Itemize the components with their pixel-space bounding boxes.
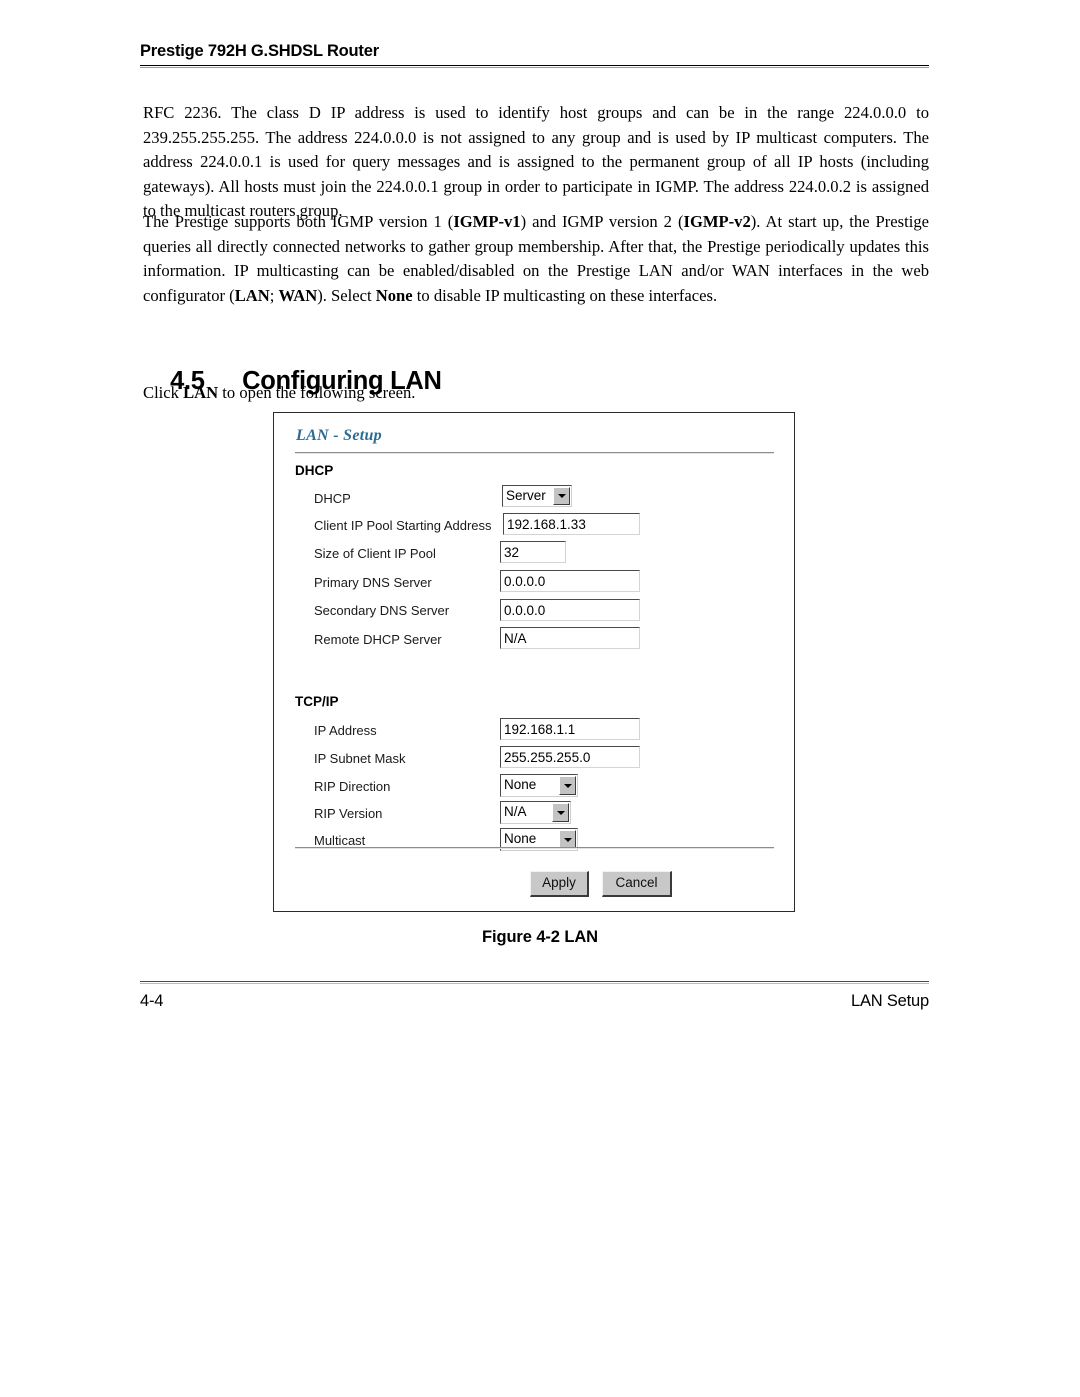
paragraph-1-text: RFC 2236. The class D IP address is used… [143,103,929,221]
figure-caption: Figure 4-2 LAN [482,928,598,946]
dhcp-group-label: DHCP [295,463,334,478]
running-header-title: Prestige 792H G.SHDSL Router [140,42,379,60]
secondary-dns-server-input[interactable]: 0.0.0.0 [500,599,640,621]
label-ip-address: IP Address [314,723,377,738]
page-footer: 4-4 LAN Setup [140,981,929,1011]
document-page: Prestige 792H G.SHDSL Router RFC 2236. T… [0,0,1080,1397]
label-rip-version: RIP Version [314,806,383,821]
cancel-button[interactable]: Cancel [602,871,672,897]
tcpip-group-label: TCP/IP [295,694,339,709]
screenshot-title: LAN - Setup [296,427,382,444]
paragraph-2-text: The Prestige supports both IGMP version … [143,212,930,305]
label-dhcp: DHCP [314,491,351,506]
remote-dhcp-server-input[interactable]: N/A [500,627,640,649]
label-client-ip-pool-starting-address: Client IP Pool Starting Address [314,518,492,533]
paragraph-igmp-support: The Prestige supports both IGMP version … [143,210,929,308]
screenshot-divider-bottom [295,847,774,849]
footer-chapter-name: LAN Setup [850,992,929,1010]
paragraph-rfc2236: RFC 2236. The class D IP address is used… [143,101,929,224]
size-of-client-ip-pool-input[interactable]: 32 [500,541,566,563]
dhcp-mode-select[interactable]: Server [502,485,572,507]
rip-version-value: N/A [504,804,527,819]
label-rip-direction: RIP Direction [314,779,391,794]
chevron-down-icon[interactable] [559,776,576,795]
chevron-down-icon[interactable] [553,487,570,505]
label-remote-dhcp-server: Remote DHCP Server [314,632,442,647]
rip-version-select[interactable]: N/A [500,801,571,824]
ip-address-input[interactable]: 192.168.1.1 [500,718,640,740]
label-ip-subnet-mask: IP Subnet Mask [314,751,406,766]
label-secondary-dns-server: Secondary DNS Server [314,603,450,618]
section-intro-text: Click LAN to open the following screen. [143,383,416,402]
chevron-down-icon[interactable] [552,803,569,822]
label-multicast: Multicast [314,833,366,848]
primary-dns-server-input[interactable]: 0.0.0.0 [500,570,640,592]
ip-subnet-mask-input[interactable]: 255.255.255.0 [500,746,640,768]
rip-direction-value: None [504,777,537,792]
running-header: Prestige 792H G.SHDSL Router [140,42,929,68]
lan-setup-screenshot: LAN - Setup DHCP DHCP Server Client IP P… [273,412,795,912]
header-rule [140,65,929,68]
apply-button[interactable]: Apply [530,871,589,897]
dhcp-mode-value: Server [506,488,546,503]
rip-direction-select[interactable]: None [500,774,578,797]
footer-page-number: 4-4 [140,992,164,1010]
label-size-of-client-ip-pool: Size of Client IP Pool [314,546,436,561]
label-primary-dns-server: Primary DNS Server [314,575,432,590]
screenshot-divider-top [295,452,774,454]
client-ip-pool-starting-address-input[interactable]: 192.168.1.33 [503,513,640,535]
multicast-value: None [504,831,537,846]
